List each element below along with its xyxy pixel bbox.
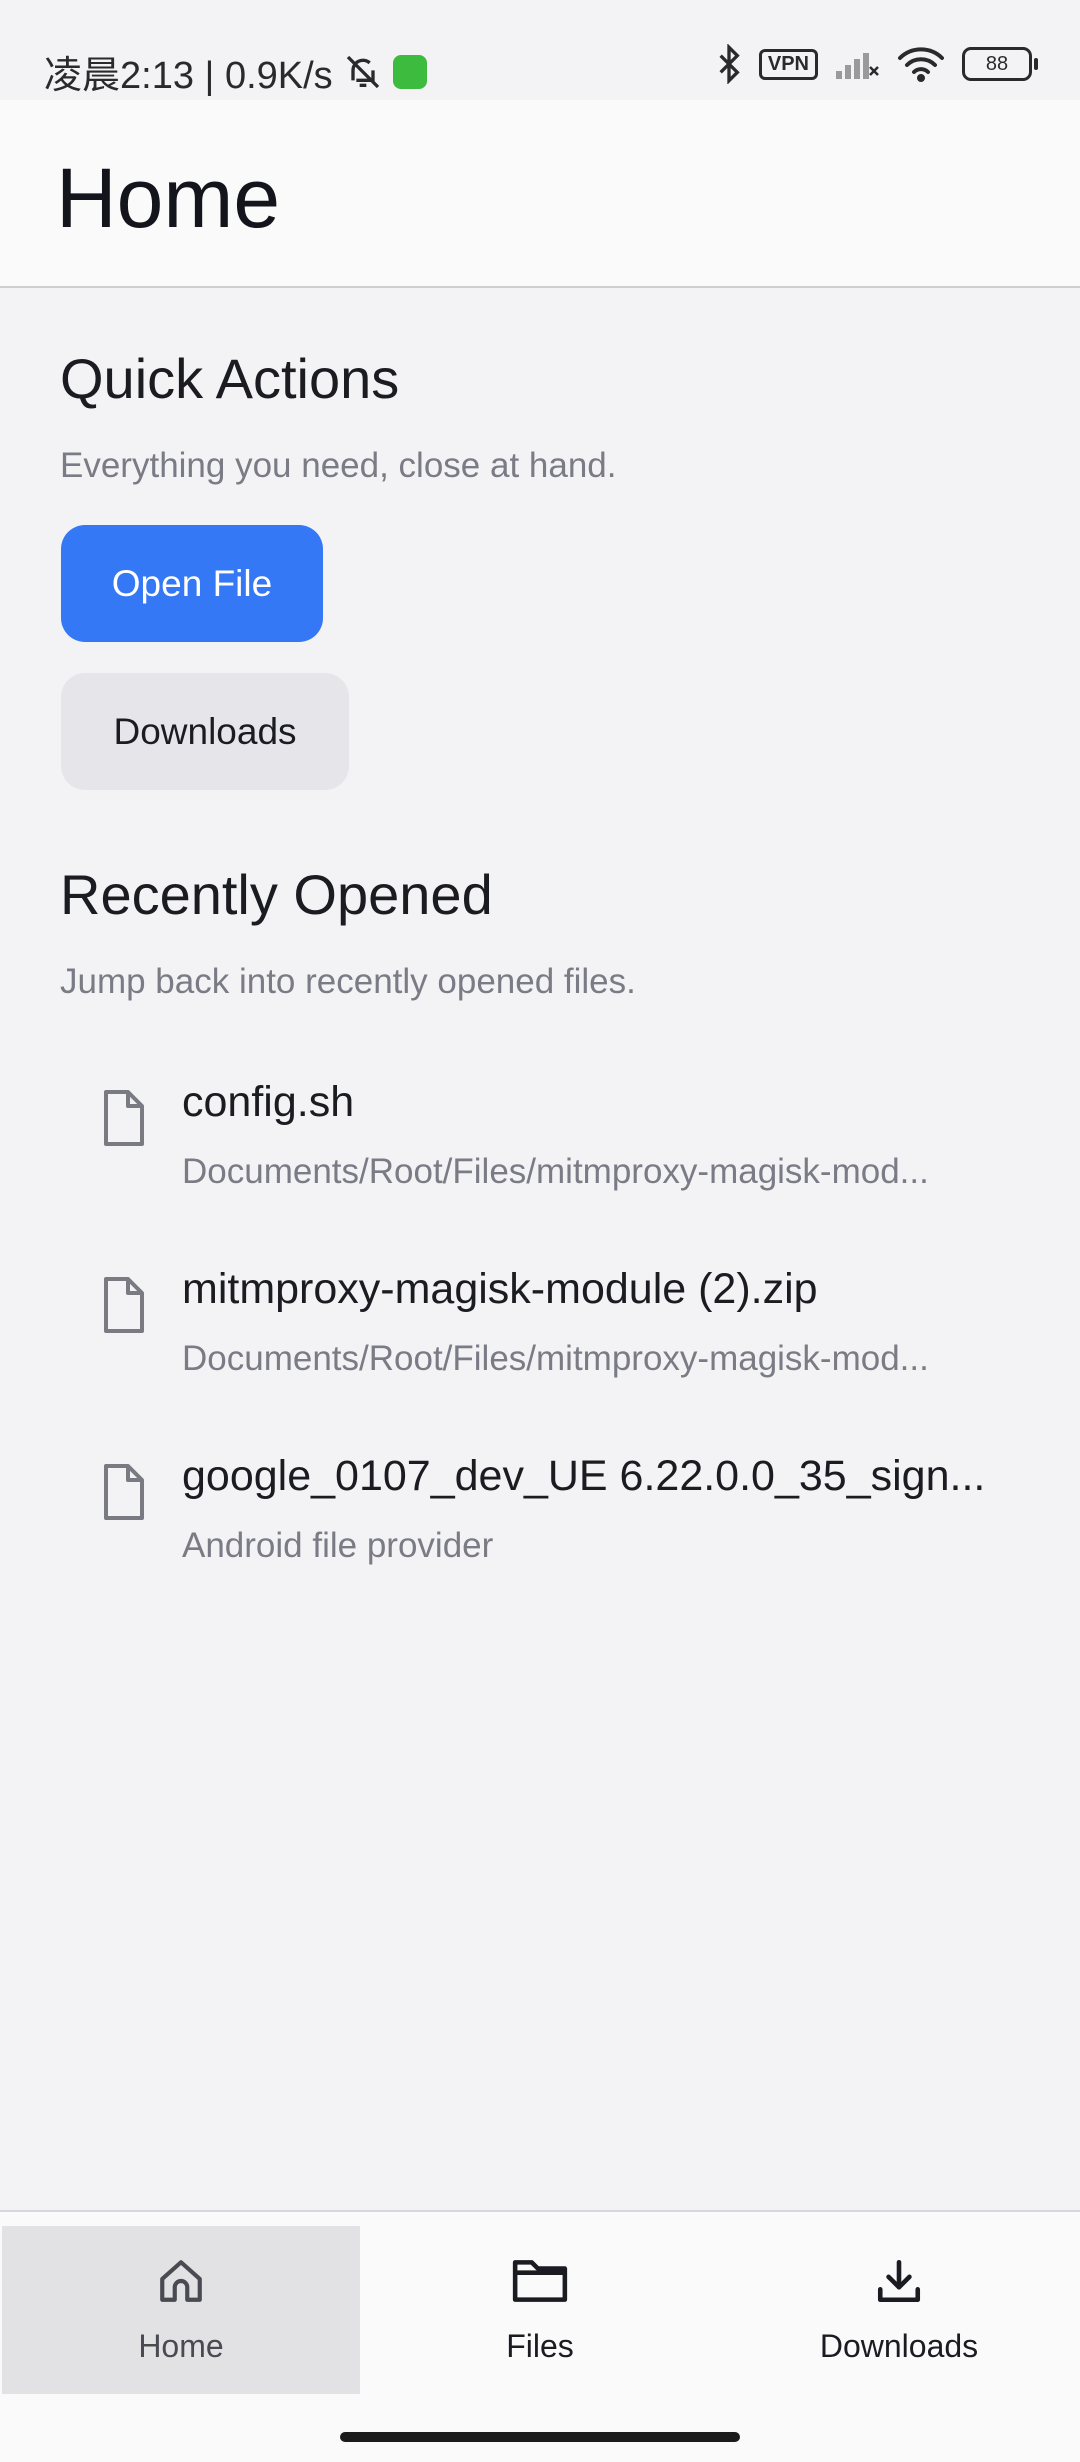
file-path: Documents/Root/Files/mitmproxy-magisk-mo…	[182, 1152, 929, 1191]
home-indicator[interactable]	[340, 2432, 740, 2442]
nav-downloads-label: Downloads	[819, 2327, 979, 2364]
app-notification-icon	[392, 54, 427, 89]
folder-icon	[511, 2256, 569, 2314]
file-icon	[100, 1464, 148, 1527]
file-name: mitmproxy-magisk-module (2).zip	[182, 1265, 818, 1313]
file-path: Android file provider	[182, 1526, 494, 1565]
vpn-badge: VPN	[758, 48, 818, 80]
status-bar: 凌晨2:13 | 0.9K/s VPN 88	[0, 0, 1080, 100]
signal-icon	[834, 47, 880, 81]
wifi-icon	[896, 46, 946, 82]
nav-files-label: Files	[506, 2327, 574, 2364]
nav-files[interactable]: Files	[361, 2226, 719, 2394]
list-item[interactable]: config.sh Documents/Root/Files/mitmproxy…	[0, 1060, 1080, 1230]
file-icon	[100, 1090, 148, 1153]
quick-actions-title: Quick Actions	[60, 347, 400, 410]
status-time: 凌晨2:13 | 0.9K/s	[44, 55, 333, 97]
app-bar: Home	[0, 100, 1080, 288]
page-title: Home	[56, 151, 281, 245]
recently-opened-subtitle: Jump back into recently opened files.	[60, 962, 636, 1001]
mute-icon	[343, 52, 383, 92]
file-icon	[100, 1277, 148, 1340]
downloads-button[interactable]: Downloads	[61, 673, 349, 790]
list-item[interactable]: google_0107_dev_UE 6.22.0.0_35_sign... A…	[0, 1434, 1080, 1604]
status-left: 凌晨2:13 | 0.9K/s	[44, 44, 427, 99]
status-right: VPN 88	[715, 44, 1038, 84]
file-name: google_0107_dev_UE 6.22.0.0_35_sign...	[182, 1452, 986, 1500]
nav-home-label: Home	[138, 2327, 224, 2364]
file-path: Documents/Root/Files/mitmproxy-magisk-mo…	[182, 1339, 929, 1378]
file-name: config.sh	[182, 1078, 355, 1126]
bottom-navigation: Home Files Downloads	[0, 2210, 1080, 2462]
bluetooth-icon	[715, 44, 743, 84]
battery-indicator: 88	[962, 47, 1038, 81]
list-item[interactable]: mitmproxy-magisk-module (2).zip Document…	[0, 1247, 1080, 1417]
nav-downloads[interactable]: Downloads	[720, 2226, 1078, 2394]
download-icon	[874, 2256, 924, 2314]
quick-actions-subtitle: Everything you need, close at hand.	[60, 446, 617, 485]
home-icon	[156, 2256, 206, 2314]
recently-opened-title: Recently Opened	[60, 863, 493, 926]
nav-home[interactable]: Home	[2, 2226, 360, 2394]
open-file-button[interactable]: Open File	[61, 525, 323, 642]
